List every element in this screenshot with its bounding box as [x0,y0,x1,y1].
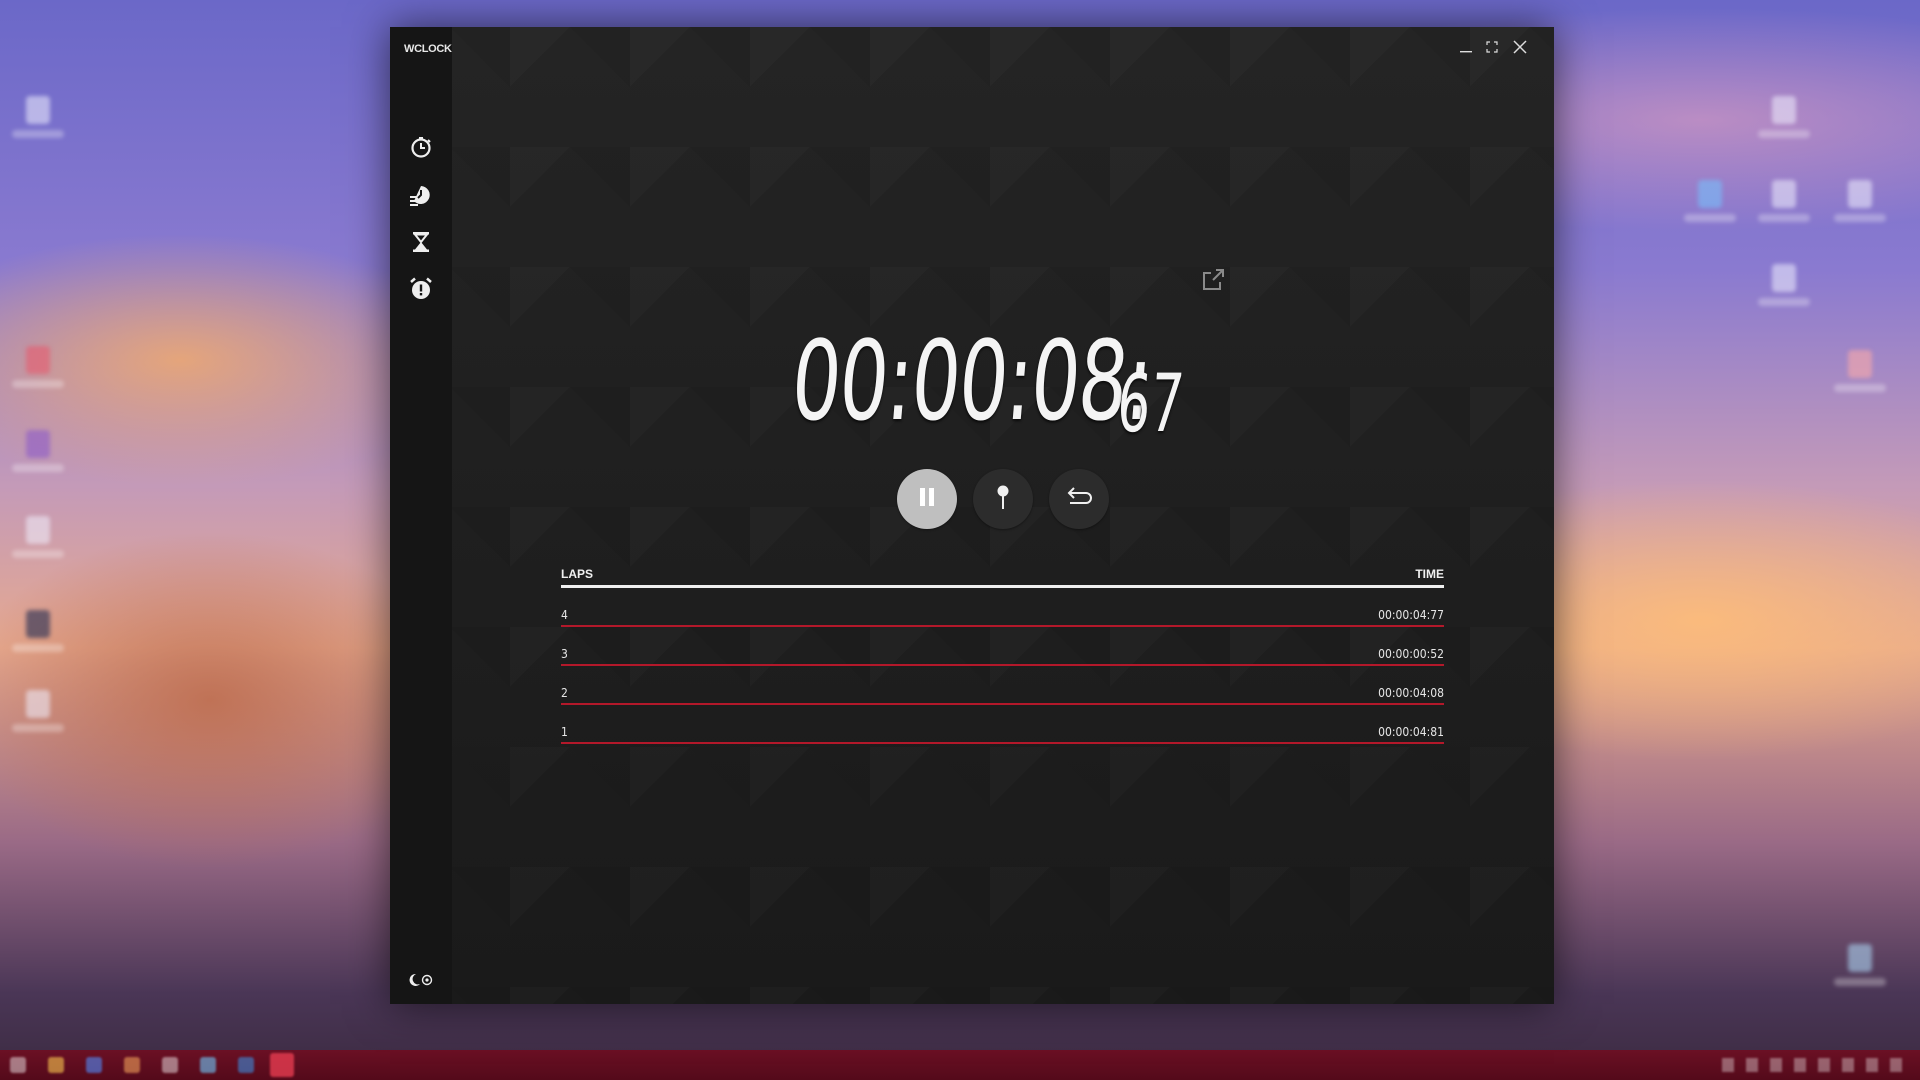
lap-time: 00:00:00:52 [1378,647,1444,661]
nav-stopwatch[interactable] [407,135,435,163]
minimize-icon [1459,40,1473,59]
taskbar-app-icon[interactable] [124,1057,140,1073]
app-title: WCLOCK [404,43,452,55]
desktop-icon[interactable] [12,430,64,472]
stopwatch-icon [409,135,433,164]
taskbar [0,1050,1920,1080]
lap-time: 00:00:04:08 [1378,686,1444,700]
external-link-icon [1198,269,1228,299]
lap-number: 1 [561,725,568,739]
lap-time: 00:00:04:81 [1378,725,1444,739]
lap-row: 1 00:00:04:81 [561,705,1444,744]
alarm-icon [408,276,434,307]
reset-icon [1064,484,1094,515]
stopwatch-centiseconds: 67 [1114,357,1187,450]
hourglass-icon [409,230,433,259]
taskbar-app-icon[interactable] [238,1057,254,1073]
lap-button[interactable] [973,469,1033,529]
lap-number: 3 [561,647,568,661]
taskbar-app-icon[interactable] [200,1057,216,1073]
maximize-icon [1485,40,1499,59]
desktop-icon[interactable] [1758,96,1810,138]
taskbar-app-icon[interactable] [86,1057,102,1073]
stopwatch-time: 00:00:08: [787,317,1157,445]
desktop-icon[interactable] [12,346,64,388]
nav-alarm[interactable] [407,277,435,305]
app-window: WCLOCK 00:00:08: 67 LAPS TIME 4 00:00:04… [390,27,1554,1004]
pause-icon [915,485,939,514]
system-tray[interactable] [1722,1058,1902,1072]
lap-row: 4 00:00:04:77 [561,588,1444,627]
taskbar-app-icon[interactable] [162,1057,178,1073]
desktop-icon[interactable] [1834,944,1886,986]
nav-timer[interactable] [407,230,435,258]
desktop-icon[interactable] [1834,180,1886,222]
lap-number: 4 [561,608,568,622]
taskbar-app-icon[interactable] [48,1057,64,1073]
pause-button[interactable] [897,469,957,529]
lap-number: 2 [561,686,568,700]
close-button[interactable] [1508,37,1532,61]
theme-toggle[interactable] [407,972,437,988]
desktop-icon[interactable] [12,610,64,652]
desktop-icon[interactable] [1758,180,1810,222]
minimize-button[interactable] [1454,37,1478,61]
lap-time: 00:00:04:77 [1378,608,1444,622]
laps-header: LAPS TIME [561,565,1444,588]
reset-button[interactable] [1049,469,1109,529]
desktop-icon[interactable] [1758,264,1810,306]
lap-row: 2 00:00:04:08 [561,666,1444,705]
maximize-button[interactable] [1480,37,1504,61]
laps-column-header: LAPS [561,567,594,581]
start-icon[interactable] [10,1057,26,1073]
window-controls [1454,37,1544,61]
theme-toggle-icon [407,973,437,992]
desktop-icon[interactable] [12,96,64,138]
lap-row: 3 00:00:00:52 [561,627,1444,666]
time-column-header: TIME [1415,567,1444,581]
desktop-icon[interactable] [1684,180,1736,222]
desktop-icon[interactable] [1834,350,1886,392]
world-clock-icon [409,183,433,212]
sidebar: WCLOCK [390,27,452,1004]
nav-world-clock[interactable] [407,183,435,211]
stopwatch-display: 00:00:08: 67 [787,317,1247,450]
desktop-icon[interactable] [12,690,64,732]
popout-button[interactable] [1198,265,1228,295]
close-icon [1512,39,1528,60]
taskbar-app-icon-active[interactable] [270,1053,294,1077]
laps-table: LAPS TIME 4 00:00:04:77 3 00:00:00:52 2 … [561,565,1444,744]
desktop-icon[interactable] [12,516,64,558]
pin-icon [991,483,1015,516]
